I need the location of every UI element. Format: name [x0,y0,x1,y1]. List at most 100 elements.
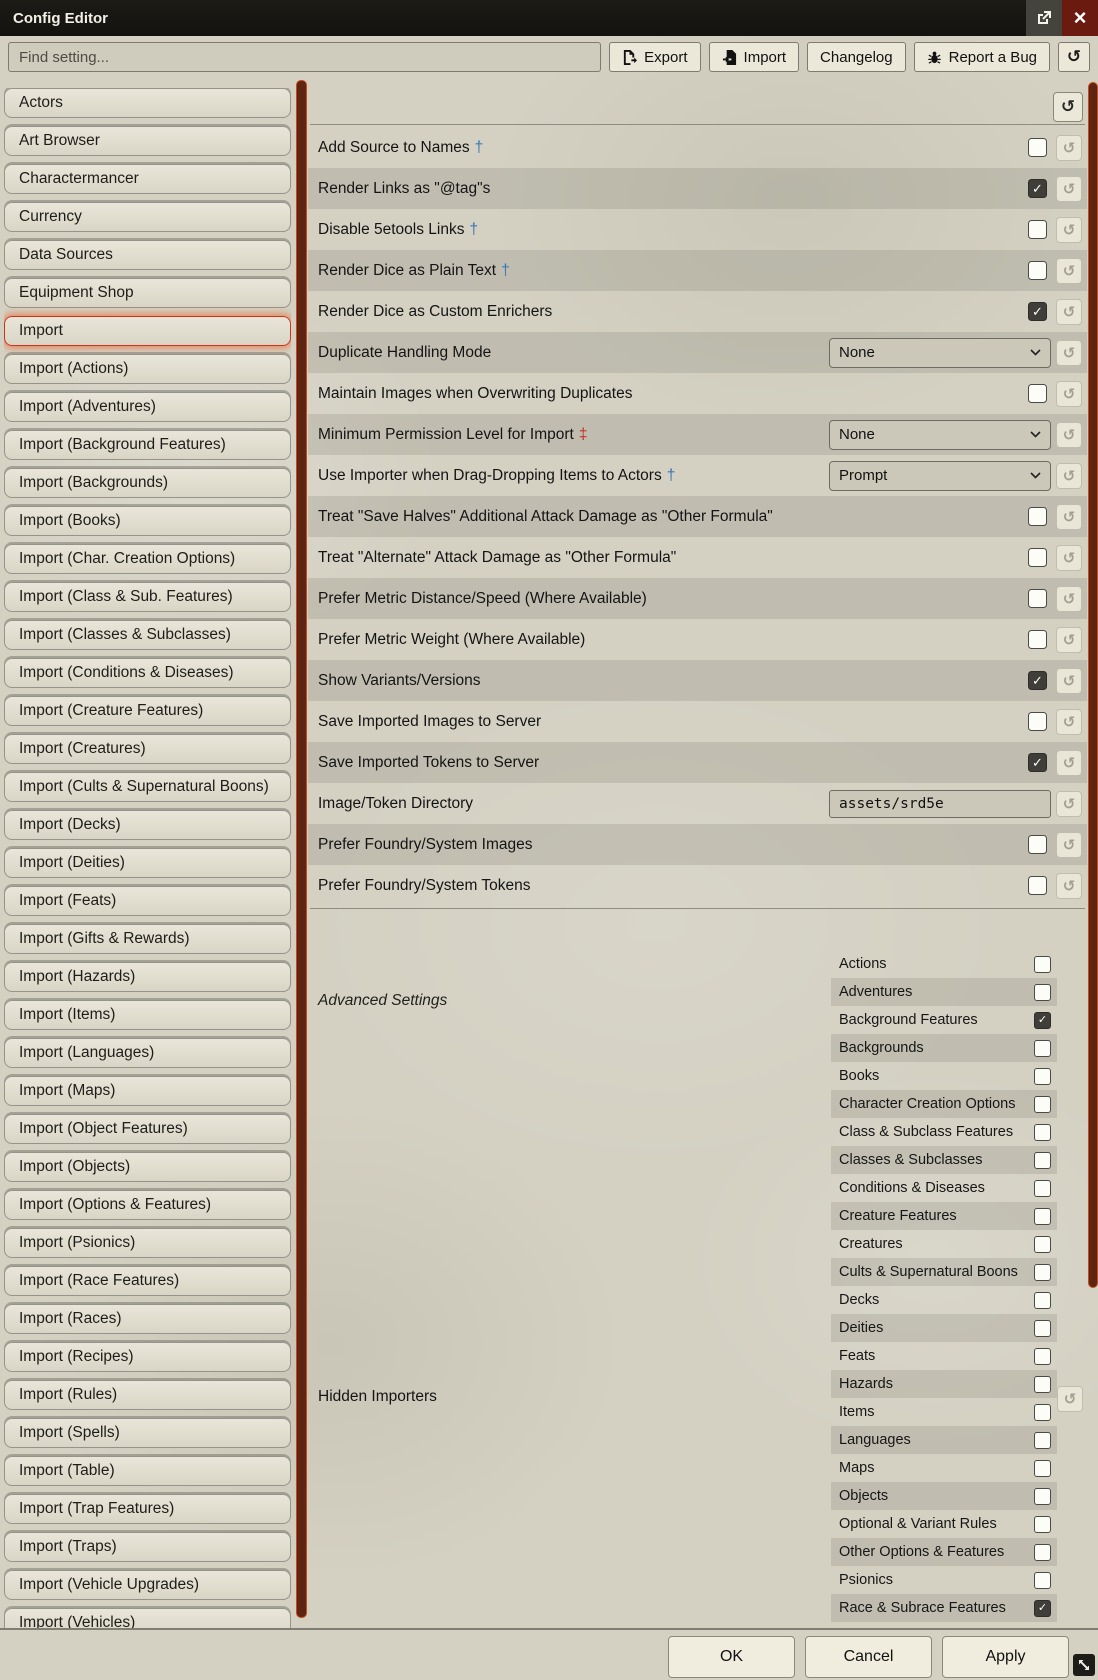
setting-text-input[interactable]: assets/srd5e [829,790,1051,818]
changelog-button[interactable]: Changelog [807,42,906,72]
setting-checkbox[interactable] [1028,589,1047,608]
report-bug-button[interactable]: Report a Bug [914,42,1050,72]
hidden-importer-checkbox[interactable] [1034,1264,1051,1281]
setting-checkbox[interactable] [1028,548,1047,567]
setting-reset-button[interactable]: ↺ [1056,299,1082,325]
setting-checkbox[interactable] [1028,876,1047,895]
setting-reset-button[interactable]: ↺ [1056,340,1082,366]
setting-reset-button[interactable]: ↺ [1056,422,1082,448]
toolbar-reset-button[interactable]: ↺ [1058,42,1090,72]
sidebar-item[interactable]: Import (Recipes) [4,1342,291,1372]
setting-reset-button[interactable]: ↺ [1056,832,1082,858]
setting-reset-button[interactable]: ↺ [1056,627,1082,653]
sidebar-item[interactable]: Import (Object Features) [4,1114,291,1144]
hidden-importer-checkbox[interactable] [1034,1320,1051,1337]
setting-reset-button[interactable]: ↺ [1056,586,1082,612]
sidebar-item[interactable]: Import (Hazards) [4,962,291,992]
setting-reset-button[interactable]: ↺ [1056,217,1082,243]
setting-reset-button[interactable]: ↺ [1056,258,1082,284]
setting-checkbox[interactable] [1028,630,1047,649]
setting-reset-button[interactable]: ↺ [1056,463,1082,489]
setting-checkbox[interactable] [1028,138,1047,157]
popout-button[interactable] [1026,0,1062,36]
setting-select[interactable]: None [829,338,1051,368]
sidebar-item[interactable]: Import (Table) [4,1456,291,1486]
hidden-importer-checkbox[interactable] [1034,956,1051,973]
hidden-importer-checkbox[interactable] [1034,1096,1051,1113]
export-button[interactable]: Export [609,42,700,72]
sidebar-item[interactable]: Import (Traps) [4,1532,291,1562]
sidebar-item[interactable]: Import (Rules) [4,1380,291,1410]
setting-reset-button[interactable]: ↺ [1056,135,1082,161]
sidebar-item[interactable]: Import (Char. Creation Options) [4,544,291,574]
sidebar-scrollbar[interactable] [296,80,307,1618]
setting-select[interactable]: None [829,420,1051,450]
hidden-importer-checkbox[interactable] [1034,1348,1051,1365]
setting-checkbox[interactable] [1028,507,1047,526]
sidebar-item[interactable]: Import (Maps) [4,1076,291,1106]
hidden-importer-checkbox[interactable] [1034,1040,1051,1057]
setting-reset-button[interactable]: ↺ [1056,750,1082,776]
sidebar-item[interactable]: Import (Feats) [4,886,291,916]
import-button[interactable]: Import [709,42,800,72]
sidebar-item[interactable]: Import (Classes & Subclasses) [4,620,291,650]
sidebar-item[interactable]: Import (Deities) [4,848,291,878]
ok-button[interactable]: OK [668,1636,795,1678]
sidebar-item[interactable]: Import (Background Features) [4,430,291,460]
sidebar-item[interactable]: Import (Vehicles) [4,1608,291,1628]
setting-checkbox[interactable]: ✓ [1028,753,1047,772]
setting-reset-button[interactable]: ↺ [1056,545,1082,571]
search-input[interactable] [8,42,601,72]
setting-reset-button[interactable]: ↺ [1056,873,1082,899]
sidebar-item[interactable]: Import (Objects) [4,1152,291,1182]
sidebar-item[interactable]: Import [4,316,291,346]
setting-reset-button[interactable]: ↺ [1056,176,1082,202]
sidebar-item[interactable]: Currency [4,202,291,232]
resize-handle[interactable] [1073,1654,1095,1676]
sidebar-item[interactable]: Import (Backgrounds) [4,468,291,498]
hidden-importer-checkbox[interactable] [1034,1460,1051,1477]
hidden-importer-checkbox[interactable] [1034,1236,1051,1253]
setting-checkbox[interactable]: ✓ [1028,671,1047,690]
sidebar-item[interactable]: Import (Decks) [4,810,291,840]
setting-select[interactable]: Prompt [829,461,1051,491]
sidebar-item[interactable]: Import (Conditions & Diseases) [4,658,291,688]
hidden-importer-checkbox[interactable] [1034,1544,1051,1561]
sidebar-item[interactable]: Import (Trap Features) [4,1494,291,1524]
setting-checkbox[interactable] [1028,384,1047,403]
hidden-importer-checkbox[interactable] [1034,1432,1051,1449]
hidden-importer-checkbox[interactable] [1034,1152,1051,1169]
hidden-importer-checkbox[interactable] [1034,1572,1051,1589]
hidden-importer-checkbox[interactable] [1034,1376,1051,1393]
sidebar-item[interactable]: Equipment Shop [4,278,291,308]
sidebar-item[interactable]: Import (Gifts & Rewards) [4,924,291,954]
hidden-importer-checkbox[interactable]: ✓ [1034,1012,1051,1029]
hidden-importer-checkbox[interactable] [1034,1404,1051,1421]
setting-checkbox[interactable] [1028,712,1047,731]
cancel-button[interactable]: Cancel [805,1636,932,1678]
setting-reset-button[interactable]: ↺ [1056,791,1082,817]
hidden-importer-checkbox[interactable]: ✓ [1034,1600,1051,1617]
setting-checkbox[interactable]: ✓ [1028,179,1047,198]
setting-checkbox[interactable]: ✓ [1028,302,1047,321]
sidebar-item[interactable]: Import (Books) [4,506,291,536]
sidebar-item[interactable]: Import (Actions) [4,354,291,384]
sidebar-item[interactable]: Import (Cults & Supernatural Boons) [4,772,291,802]
setting-reset-button[interactable]: ↺ [1056,709,1082,735]
sidebar-item[interactable]: Import (Creature Features) [4,696,291,726]
hidden-importer-checkbox[interactable] [1034,1208,1051,1225]
setting-reset-button[interactable]: ↺ [1056,668,1082,694]
hidden-importer-checkbox[interactable] [1034,1180,1051,1197]
sidebar-item[interactable]: Import (Options & Features) [4,1190,291,1220]
sidebar-item[interactable]: Charactermancer [4,164,291,194]
sidebar-item[interactable]: Import (Race Features) [4,1266,291,1296]
close-button[interactable]: × [1062,0,1098,36]
hidden-importer-checkbox[interactable] [1034,1068,1051,1085]
sidebar-item[interactable]: Import (Races) [4,1304,291,1334]
hidden-importer-checkbox[interactable] [1034,984,1051,1001]
sidebar-item[interactable]: Import (Spells) [4,1418,291,1448]
setting-checkbox[interactable] [1028,220,1047,239]
reset-all-button[interactable]: ↺ [1053,92,1083,122]
sidebar-item[interactable]: Import (Psionics) [4,1228,291,1258]
hidden-importer-checkbox[interactable] [1034,1516,1051,1533]
